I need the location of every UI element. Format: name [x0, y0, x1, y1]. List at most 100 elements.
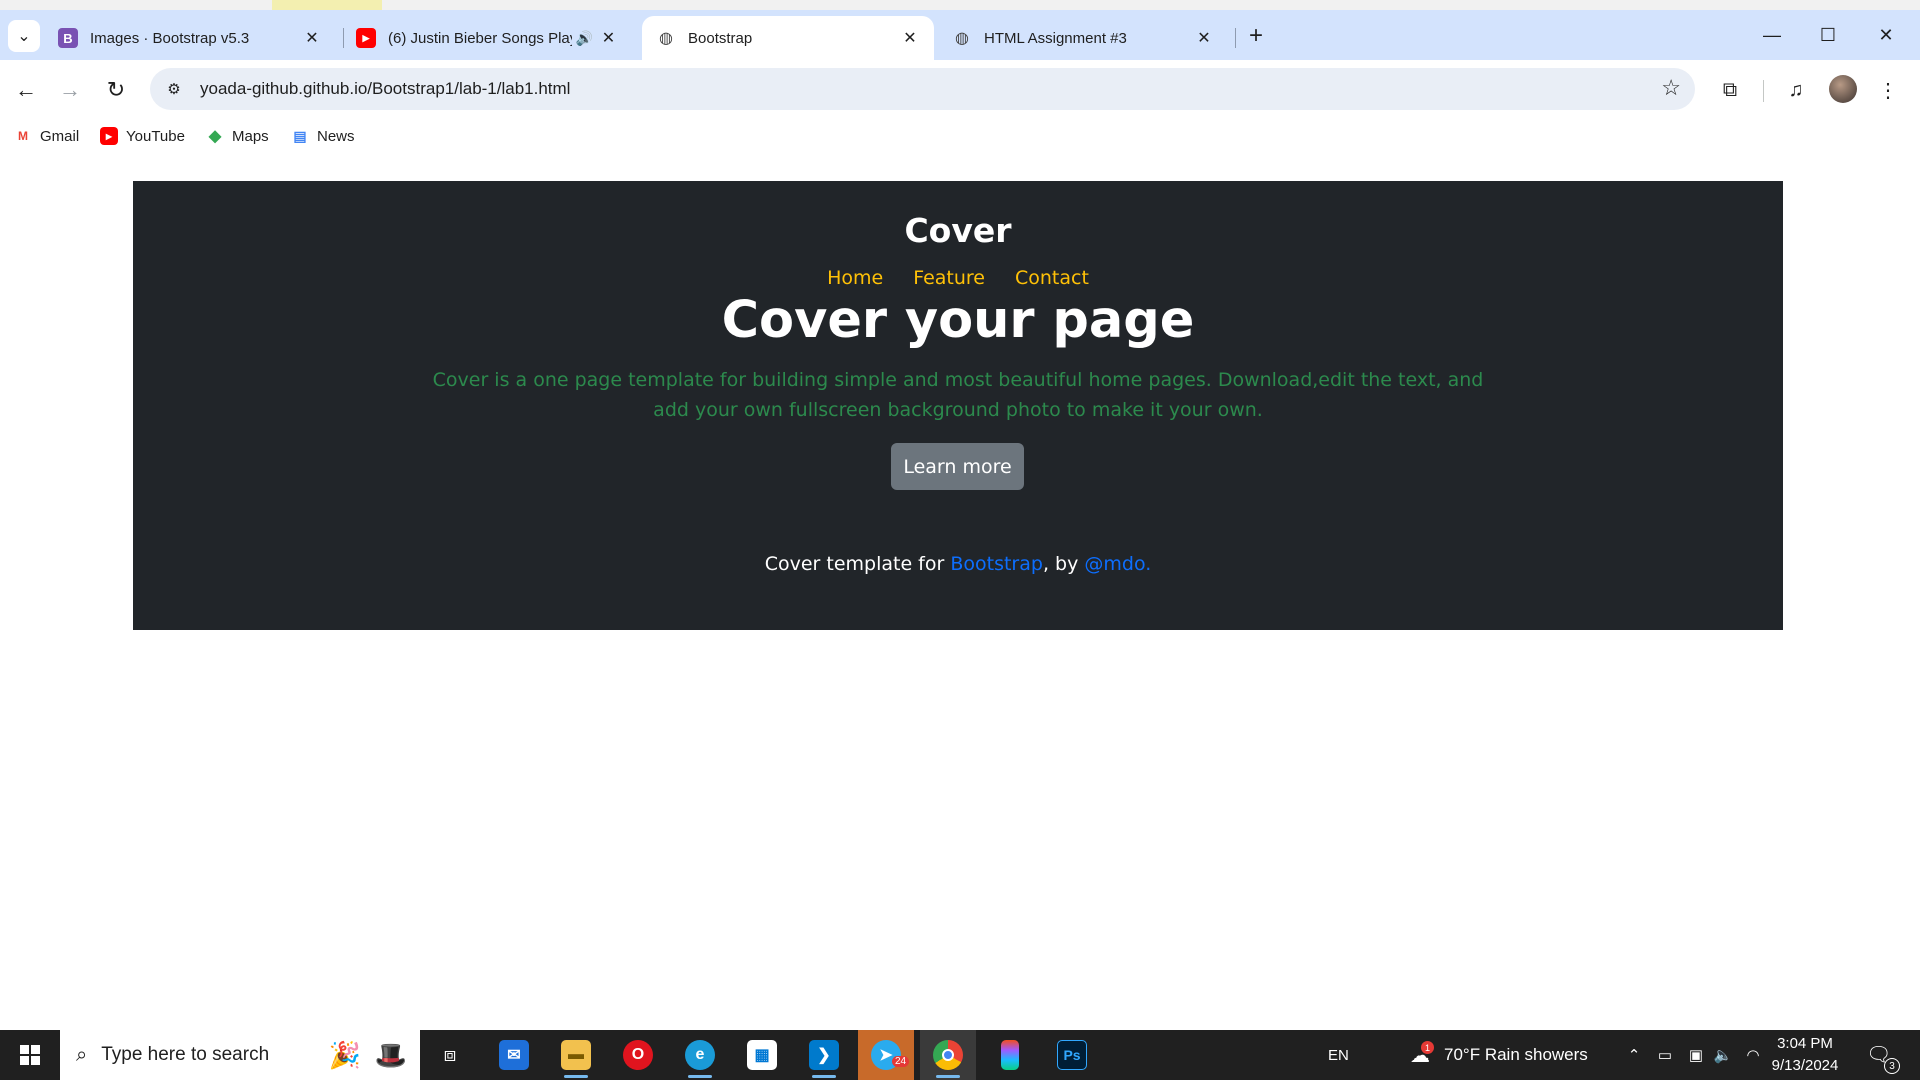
news-icon: ▤	[293, 127, 307, 144]
taskbar-edge[interactable]: e	[672, 1030, 728, 1080]
youtube-icon: ▶	[100, 127, 118, 145]
close-window-button[interactable]: ✕	[1858, 16, 1914, 54]
close-tab-icon[interactable]: ✕	[900, 28, 920, 48]
cover-nav: Home Feature Contact	[133, 267, 1783, 289]
tab-strip: ⌄ B Images · Bootstrap v5.3 ✕ ▶ (6) Just…	[0, 0, 1920, 60]
taskbar-chrome[interactable]	[920, 1030, 976, 1080]
vscode-icon: ❯	[809, 1040, 839, 1070]
bookmark-star-icon[interactable]: ☆	[1661, 75, 1681, 101]
volume-icon[interactable]: 🔈	[1712, 1044, 1734, 1066]
system-clock[interactable]: 3:04 PM 9/13/2024	[1760, 1033, 1850, 1077]
url-text[interactable]: yoada-github.github.io/Bootstrap1/lab-1/…	[200, 79, 570, 99]
tab-bootstrap-active[interactable]: ◍ Bootstrap ✕	[642, 16, 934, 60]
bookmark-label: News	[317, 127, 355, 145]
confetti-icon: 🎉	[328, 1039, 362, 1070]
nav-link-contact[interactable]: Contact	[1015, 267, 1089, 289]
store-icon: ▦	[747, 1040, 777, 1070]
running-indicator	[688, 1075, 712, 1078]
start-button[interactable]	[0, 1030, 60, 1080]
minimize-button[interactable]: —	[1744, 16, 1800, 54]
chrome-icon	[933, 1040, 963, 1070]
footer-link-mdo[interactable]: @mdo.	[1084, 553, 1151, 575]
task-view-button[interactable]: ⧈	[422, 1030, 478, 1080]
close-icon: ✕	[1878, 24, 1894, 45]
bookmark-gmail[interactable]: M Gmail	[14, 124, 79, 148]
photoshop-icon: Ps	[1057, 1040, 1087, 1070]
tab-search-button[interactable]: ⌄	[8, 20, 40, 52]
reload-button[interactable]: ↻	[98, 72, 134, 108]
bookmark-news[interactable]: ▤ News	[291, 124, 355, 148]
running-indicator	[812, 1075, 836, 1078]
window-top-edge	[0, 0, 1920, 10]
footer-middle: , by	[1042, 553, 1085, 575]
taskbar-opera[interactable]: O	[610, 1030, 666, 1080]
taskbar-store[interactable]: ▦	[734, 1030, 790, 1080]
maximize-button[interactable]: ☐	[1800, 16, 1856, 54]
weather-text[interactable]: 70°F Rain showers	[1444, 1030, 1588, 1080]
maximize-icon: ☐	[1819, 24, 1837, 45]
bookmark-maps[interactable]: ◆ Maps	[206, 124, 269, 148]
tab-separator	[1235, 28, 1236, 48]
profile-avatar[interactable]	[1829, 75, 1857, 103]
new-tab-button[interactable]: +	[1240, 20, 1272, 52]
tab-title: HTML Assignment #3	[984, 29, 1127, 47]
tab-title: (6) Justin Bieber Songs Playl	[388, 29, 572, 47]
extensions-icon[interactable]: ⧉	[1714, 74, 1746, 106]
tab-title: Images · Bootstrap v5.3	[90, 29, 250, 47]
weather-badge: 1	[1421, 1041, 1434, 1054]
notification-count: 3	[1884, 1058, 1900, 1074]
globe-icon: ◍	[955, 30, 969, 47]
address-bar[interactable]: ⚙ yoada-github.github.io/Bootstrap1/lab-…	[150, 68, 1695, 110]
bookmark-youtube[interactable]: ▶ YouTube	[100, 124, 185, 148]
nav-link-feature[interactable]: Feature	[913, 267, 985, 289]
running-indicator	[564, 1075, 588, 1078]
taskbar-telegram[interactable]: ➤ 24	[858, 1030, 914, 1080]
tab-html-assignment[interactable]: ◍ HTML Assignment #3 ✕	[938, 16, 1228, 60]
learn-more-button[interactable]: Learn more	[891, 443, 1024, 490]
search-highlight-icon[interactable]: 🎉 🎩	[322, 1036, 414, 1074]
nav-link-home[interactable]: Home	[827, 267, 883, 289]
forward-button[interactable]: →	[52, 72, 88, 108]
top-edge-highlight	[272, 0, 382, 10]
chevron-up-icon[interactable]: ⌃	[1623, 1044, 1645, 1066]
notification-center[interactable]: 🗨 3	[1866, 1042, 1900, 1074]
close-tab-icon[interactable]: ✕	[599, 28, 618, 48]
taskbar-mail[interactable]: ✉	[486, 1030, 542, 1080]
browser-toolbar: ← → ↻ ⚙ yoada-github.github.io/Bootstrap…	[0, 60, 1920, 118]
media-control-icon[interactable]: ♫	[1780, 74, 1812, 106]
edge-icon: e	[685, 1040, 715, 1070]
search-icon: ⌕	[76, 1043, 88, 1066]
tab-youtube-playlist[interactable]: ▶ (6) Justin Bieber Songs Playl 🔊 ✕	[342, 16, 632, 60]
speaker-icon[interactable]: 🔊	[576, 30, 593, 47]
back-button[interactable]: ←	[8, 72, 44, 108]
mail-icon: ✉	[499, 1040, 529, 1070]
device-icon[interactable]: ▣	[1685, 1044, 1707, 1066]
taskbar-search[interactable]: ⌕ Type here to search 🎉 🎩	[60, 1030, 420, 1080]
chevron-down-icon: ⌄	[17, 28, 31, 45]
taskbar-figma[interactable]	[982, 1030, 1038, 1080]
footer-link-bootstrap[interactable]: Bootstrap	[950, 553, 1043, 575]
task-view-icon: ⧈	[443, 1043, 457, 1066]
folder-icon: ▬	[561, 1040, 591, 1070]
windows-logo-icon	[20, 1045, 40, 1065]
page-headline: Cover your page	[721, 291, 1195, 350]
tab-title: Bootstrap	[688, 29, 753, 47]
taskbar-photoshop[interactable]: Ps	[1044, 1030, 1100, 1080]
bookmarks-bar: M Gmail ▶ YouTube ◆ Maps ▤ News	[0, 118, 1920, 154]
search-placeholder: Type here to search	[101, 1044, 270, 1065]
site-info-icon[interactable]: ⚙	[154, 73, 194, 105]
top-hat-icon: 🎩	[374, 1039, 408, 1070]
tab-bootstrap-images[interactable]: B Images · Bootstrap v5.3 ✕	[44, 16, 336, 60]
close-tab-icon[interactable]: ✕	[302, 28, 322, 48]
taskbar-file-explorer[interactable]: ▬	[548, 1030, 604, 1080]
arrow-left-icon: ←	[15, 77, 37, 102]
globe-icon: ◍	[656, 28, 676, 48]
clock-time: 3:04 PM	[1777, 1035, 1833, 1052]
close-tab-icon[interactable]: ✕	[1194, 28, 1214, 48]
lead-paragraph: Cover is a one page template for buildin…	[432, 369, 1484, 421]
language-indicator[interactable]: EN	[1328, 1030, 1349, 1080]
taskbar-vscode[interactable]: ❯	[796, 1030, 852, 1080]
more-menu-icon[interactable]: ⋮	[1872, 74, 1904, 106]
battery-icon[interactable]: ▭	[1654, 1044, 1676, 1066]
gmail-icon: M	[18, 129, 28, 143]
